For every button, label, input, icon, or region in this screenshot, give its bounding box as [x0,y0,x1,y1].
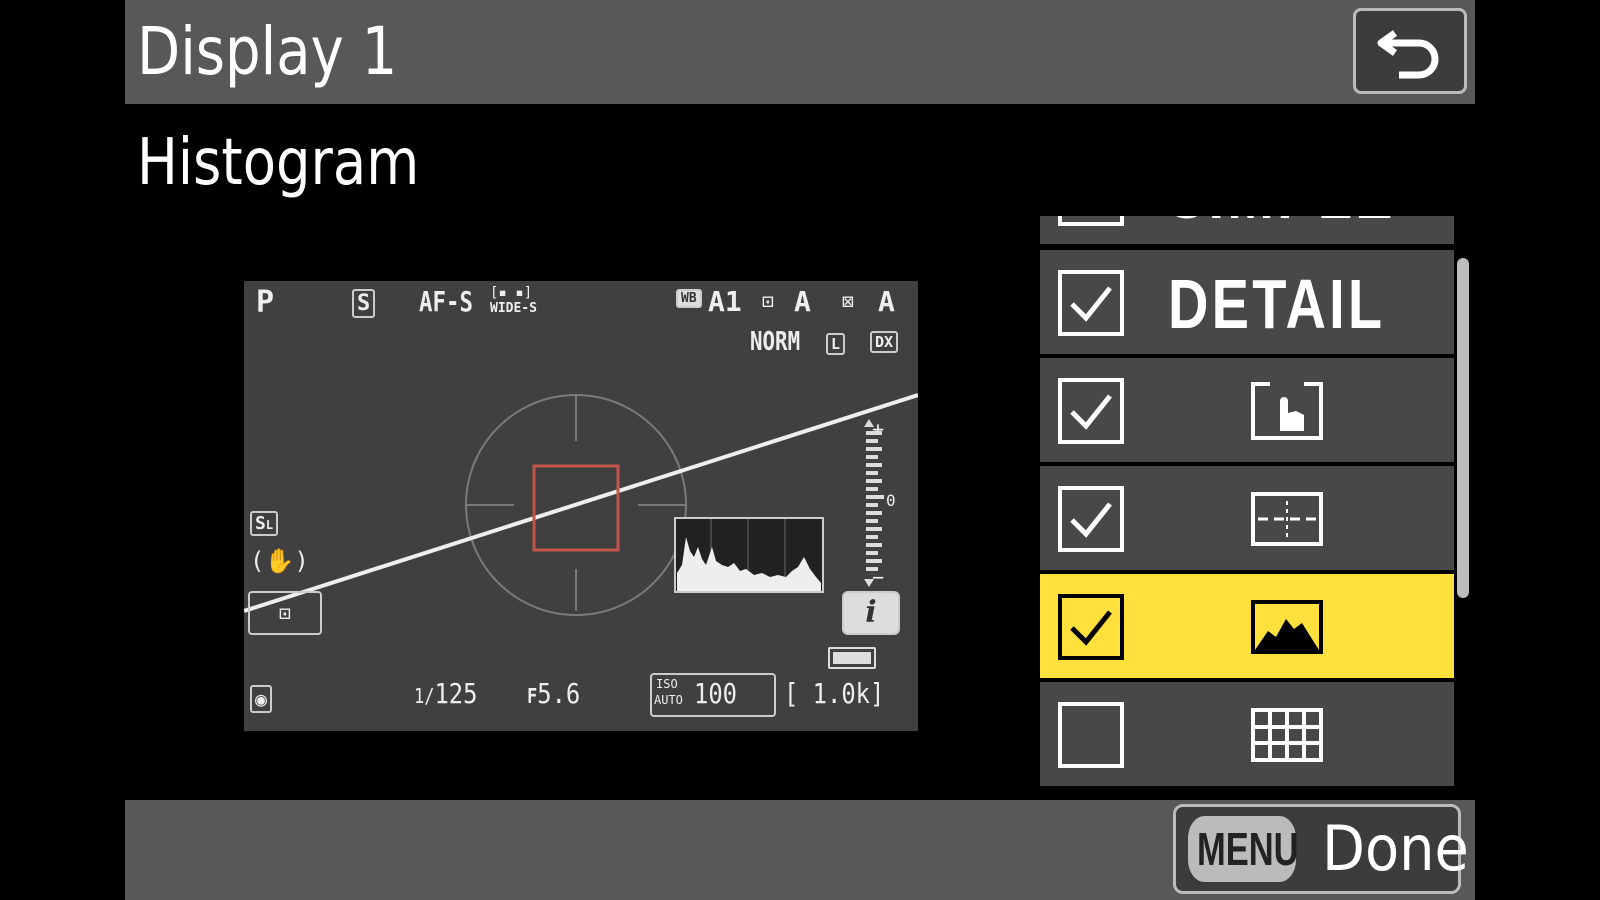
metering-icon: ◉ [250,685,273,713]
display-settings-screen: Display 1 Histogram P S AF-S WIDE-S [▪ ▪… [125,0,1475,900]
bottom-bar: MENU Done [125,800,1475,900]
list-scrollbar[interactable] [1457,258,1469,598]
return-arrow-icon [1377,30,1439,79]
back-button[interactable] [1353,8,1467,94]
grid-icon [1250,700,1324,770]
checkbox[interactable] [1058,270,1124,336]
exposure-zero: 0 [886,491,896,510]
checkbox[interactable] [1058,702,1124,768]
checkmark-icon [1070,502,1112,538]
shots-remaining: [ 1.0k] [784,677,885,710]
section-subtitle: Histogram [137,126,420,200]
checkbox[interactable] [1058,594,1124,660]
shutter-prefix: 1/ [414,684,435,708]
done-button[interactable]: MENU Done [1173,804,1469,894]
aperture-prefix: F [527,684,538,708]
af-point [532,464,620,552]
iso-label-top: ISO [656,677,678,691]
list-item-label: SIMPLE [1168,216,1396,234]
silent-mode-icon: SL [250,511,279,536]
iso-box: ISO AUTO 100 [650,673,776,717]
list-item-virtual-horizon[interactable] [1040,466,1454,570]
iso-label-bottom: AUTO [654,693,683,707]
list-item-detail[interactable]: DETAIL [1040,250,1454,354]
display-options-list: SIMPLE DETAIL [1040,216,1454,794]
iso-value: 100 [694,677,737,710]
shutter-value: 125 [434,677,478,710]
exposure-scale [864,419,884,587]
menu-key-label: MENU [1188,816,1299,882]
checkbox[interactable] [1058,216,1124,226]
checkbox[interactable] [1058,378,1124,444]
focus-overlay [244,393,918,616]
touch-shutter-icon[interactable]: ⊡ [248,591,322,635]
checkbox[interactable] [1058,486,1124,552]
checkmark-icon [1070,394,1112,430]
shots-remaining-value: 1.0k [812,677,870,710]
list-item-histogram[interactable] [1040,574,1454,678]
histogram-panel [674,517,824,593]
info-button[interactable]: i [842,591,900,635]
list-item-grid[interactable] [1040,682,1454,786]
shutter-speed: 1/125 [414,677,477,710]
page-title: Display 1 [137,13,398,90]
list-item-label: DETAIL [1168,265,1386,343]
checkmark-icon [1070,286,1112,322]
title-bar: Display 1 [125,0,1475,104]
done-label: Done [1322,812,1469,885]
aperture: F5.6 [527,677,580,710]
list-item-simple[interactable]: SIMPLE [1040,216,1454,244]
aperture-value: 5.6 [537,677,581,710]
vibration-reduction-icon: (✋) [250,547,309,575]
liveview-preview: P S AF-S WIDE-S [▪ ▪] WB A1 ⊡ A ⊠ A NORM… [244,281,918,731]
touch-shutter-icon [1250,376,1324,446]
virtual-horizon-icon [1250,484,1324,554]
list-item-touch-shutter[interactable] [1040,358,1454,462]
battery-icon [828,647,876,669]
histogram-icon [1250,592,1324,662]
checkmark-icon [1070,610,1112,646]
